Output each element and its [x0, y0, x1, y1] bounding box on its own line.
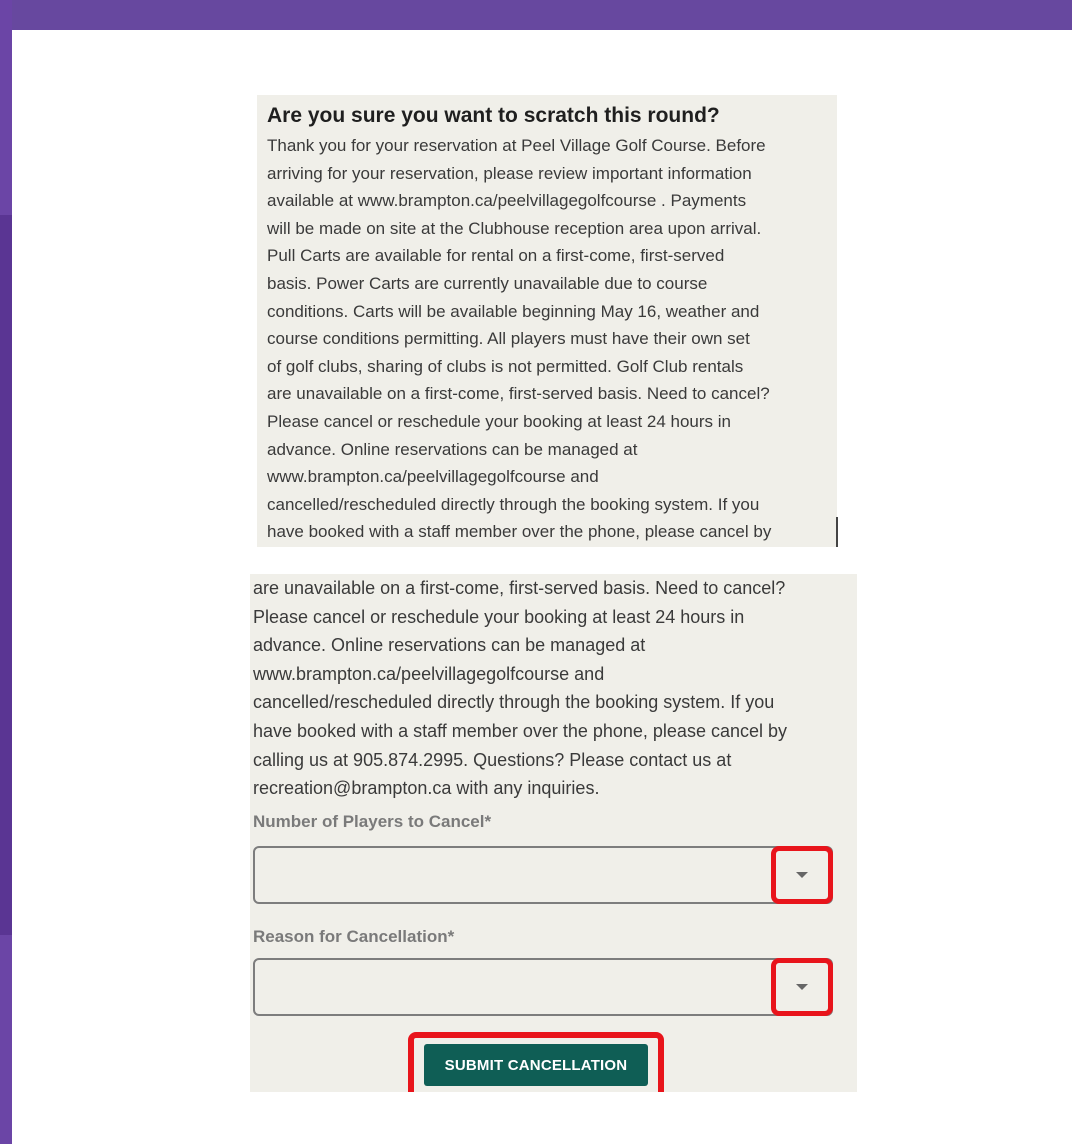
message-line: cancelled/rescheduled directly through t…	[253, 692, 775, 713]
message-line: advance. Online reservations can be mana…	[267, 439, 638, 459]
message-line: Thank you for your reservation at Peel V…	[267, 136, 766, 155]
message-line: available at www.brampton.ca/peelvillage…	[267, 191, 747, 211]
message-line: have booked with a staff member over the…	[253, 720, 787, 741]
message-line: Please cancel or reschedule your booking…	[267, 411, 732, 431]
players-to-cancel-select[interactable]	[253, 846, 833, 904]
message-line: calling us at 905.874.2995. Questions? P…	[253, 749, 732, 770]
chevron-down-icon	[796, 984, 808, 990]
message-text-bottom: are unavailable on a first-come, first-s…	[253, 574, 787, 803]
message-line: Pull Carts are available for rental on a…	[267, 246, 725, 266]
message-line: basis. Power Carts are currently unavail…	[267, 273, 708, 293]
message-line: of golf clubs, sharing of clubs is not p…	[267, 356, 744, 376]
message-line: will be made on site at the Clubhouse re…	[267, 218, 762, 238]
chevron-down-icon	[796, 872, 808, 878]
message-line: conditions. Carts will be available begi…	[267, 301, 760, 321]
message-line: Please cancel or reschedule your booking…	[253, 606, 745, 627]
cancellation-message-panel-top[interactable]: Are you sure you want to scratch this ro…	[257, 95, 837, 547]
message-line: have booked with a staff member over the…	[267, 522, 772, 542]
message-line: are unavailable on a first-come, first-s…	[253, 578, 786, 598]
message-line: recreation@brampton.ca with any inquirie…	[253, 778, 600, 799]
scrollbar-thumb[interactable]	[836, 517, 838, 547]
players-dropdown-toggle[interactable]	[771, 846, 833, 904]
players-to-cancel-label: Number of Players to Cancel*	[253, 812, 492, 831]
cancellation-reason-label: Reason for Cancellation*	[253, 927, 455, 946]
message-line: www.brampton.ca/peelvillagegolfcourse an…	[253, 663, 605, 684]
background-strip-shade	[0, 215, 12, 935]
message-line: advance. Online reservations can be mana…	[253, 635, 646, 656]
dialog-title: Are you sure you want to scratch this ro…	[267, 104, 720, 127]
message-line: www.brampton.ca/peelvillagegolfcourse an…	[267, 467, 599, 487]
message-line: cancelled/rescheduled directly through t…	[267, 494, 760, 514]
message-text-top: Thank you for your reservation at Peel V…	[267, 132, 771, 546]
submit-cancellation-button[interactable]: SUBMIT CANCELLATION	[424, 1044, 648, 1086]
message-line: arriving for your reservation, please re…	[267, 163, 752, 183]
cancellation-form-panel: are unavailable on a first-come, first-s…	[250, 574, 857, 1092]
header-bar	[0, 0, 1072, 30]
message-line: are unavailable on a first-come, first-s…	[267, 384, 770, 404]
message-line: course conditions permitting. All player…	[267, 329, 750, 349]
cancellation-reason-select[interactable]	[253, 958, 833, 1016]
reason-dropdown-toggle[interactable]	[771, 958, 833, 1016]
